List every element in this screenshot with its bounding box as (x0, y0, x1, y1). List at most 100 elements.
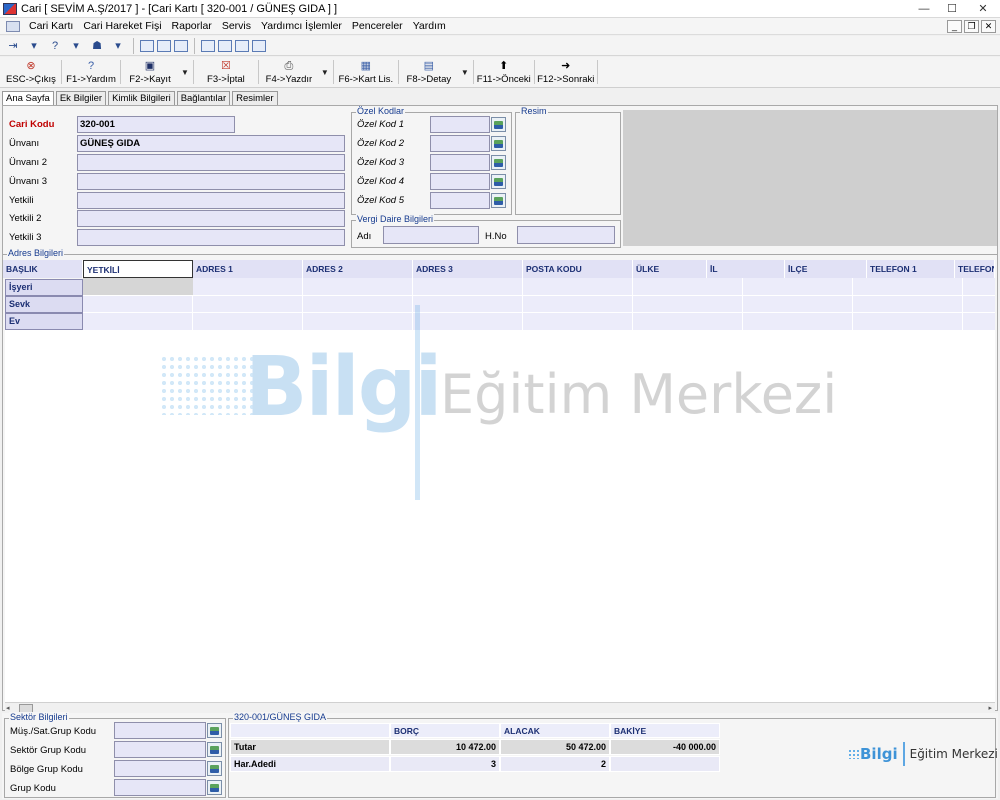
cari-kodu-field[interactable]: 320-001 (77, 116, 235, 133)
col-telefon-2[interactable]: TELEFON 2 (955, 260, 995, 278)
f11-previous-button[interactable]: ⬆ F11->Önceki (475, 57, 533, 87)
tab-baglantilar[interactable]: Bağlantılar (176, 91, 231, 105)
scroll-left-icon[interactable]: ◂ (6, 704, 10, 712)
lookup-icon[interactable] (491, 155, 506, 170)
f1-help-button[interactable]: ? F1->Yardım (63, 57, 119, 87)
f6-card-list-button[interactable]: ▦ F6->Kart Lis. (335, 57, 397, 87)
selected-cell[interactable] (83, 278, 193, 295)
unvani3-field[interactable] (77, 173, 345, 190)
chevron-down-icon[interactable]: ▼ (458, 57, 472, 87)
col-ilce[interactable]: İLÇE (785, 260, 867, 278)
adres-group: Adres Bilgileri (3, 248, 997, 258)
vergi-hno-field[interactable] (517, 226, 615, 244)
lookup-icon[interactable] (491, 136, 506, 151)
bolge-grup-field[interactable] (114, 760, 206, 777)
col-baslik[interactable]: BAŞLIK (3, 260, 83, 278)
ozel-kod-5-field[interactable] (430, 192, 490, 209)
menu-cari-karti[interactable]: Cari Kartı (24, 20, 78, 32)
menu-servis[interactable]: Servis (217, 20, 256, 32)
ozel-kod-3-field[interactable] (430, 154, 490, 171)
f4-print-button[interactable]: ⎙ F4->Yazdır (260, 57, 318, 87)
esc-exit-button[interactable]: ⊗ ESC->Çıkış (2, 57, 60, 87)
list-icon[interactable] (218, 39, 232, 52)
summary-title: 320-001/GÜNEŞ GIDA (233, 712, 328, 722)
chevron-down-icon[interactable]: ▾ (25, 38, 43, 54)
mus-sat-grup-field[interactable] (114, 722, 206, 739)
users-icon[interactable]: ☗ (88, 38, 106, 54)
col-posta-kodu[interactable]: POSTA KODU (523, 260, 633, 278)
col-telefon-1[interactable]: TELEFON 1 (867, 260, 955, 278)
ozel-kod-2-field[interactable] (430, 135, 490, 152)
mdi-close-button[interactable]: ✕ (981, 19, 996, 33)
tab-kimlik-bilgileri[interactable]: Kimlik Bilgileri (108, 91, 175, 105)
sektor-grup-field[interactable] (114, 741, 206, 758)
yetkili2-field[interactable] (77, 210, 345, 227)
ozel-kod-4-field[interactable] (430, 173, 490, 190)
chevron-down-icon[interactable]: ▼ (178, 57, 192, 87)
grup-kodu-field[interactable] (114, 779, 206, 796)
maximize-button[interactable]: ☐ (938, 0, 966, 18)
yetkili-field[interactable] (77, 192, 345, 209)
help-icon[interactable]: ? (46, 38, 64, 54)
chevron-down-icon[interactable]: ▼ (318, 57, 332, 87)
chevron-down-icon[interactable]: ▾ (109, 38, 127, 54)
col-il[interactable]: İL (707, 260, 785, 278)
address-grid-cells[interactable] (83, 278, 995, 330)
lookup-icon[interactable] (491, 174, 506, 189)
col-yetkili[interactable]: YETKİLİ (83, 260, 193, 278)
mdi-minimize-button[interactable]: _ (947, 19, 962, 33)
vergi-adi-field[interactable] (383, 226, 479, 244)
grid-empty-area[interactable] (5, 330, 995, 702)
unvani-field[interactable]: GÜNEŞ GIDA (77, 135, 345, 152)
window-icon[interactable] (157, 39, 171, 52)
lookup-icon[interactable] (491, 117, 506, 132)
lookup-icon[interactable] (207, 780, 222, 795)
detail-icon: ▤ (423, 59, 435, 72)
scroll-right-icon[interactable]: ▸ (988, 704, 992, 712)
card-list-icon: ▦ (360, 59, 372, 72)
menu-pencereler[interactable]: Pencereler (347, 20, 408, 32)
menu-yardim[interactable]: Yardım (408, 20, 451, 32)
menu-yardimci-islemler[interactable]: Yardımcı İşlemler (256, 20, 347, 32)
grid-icon[interactable] (174, 39, 188, 52)
mdi-restore-button[interactable]: ❐ (964, 19, 979, 33)
row-ev[interactable]: Ev (5, 313, 83, 330)
col-ulke[interactable]: ÜLKE (633, 260, 707, 278)
menu-raporlar[interactable]: Raporlar (167, 20, 217, 32)
brand-logo-divider (902, 742, 905, 766)
ozel-kod-1-field[interactable] (430, 116, 490, 133)
close-button[interactable]: ✕ (966, 0, 1000, 18)
lookup-icon[interactable] (207, 723, 222, 738)
exit-icon[interactable]: ⇥ (4, 38, 22, 54)
row-isyeri[interactable]: İşyeri (5, 279, 83, 296)
summary-header: BORÇ ALACAK BAKİYE (230, 723, 720, 738)
help-icon: ? (87, 59, 95, 72)
tab-ana-sayfa[interactable]: Ana Sayfa (2, 91, 54, 106)
col-adres-2[interactable]: ADRES 2 (303, 260, 413, 278)
vergi-hno-label: H.No (485, 231, 507, 242)
row-sevk[interactable]: Sevk (5, 296, 83, 313)
separator (472, 60, 474, 84)
col-adres-3[interactable]: ADRES 3 (413, 260, 523, 278)
chevron-down-icon[interactable]: ▾ (67, 38, 85, 54)
lookup-icon[interactable] (491, 193, 506, 208)
tab-resimler[interactable]: Resimler (232, 91, 278, 105)
f2-save-button[interactable]: ▣ F2->Kayıt (122, 57, 178, 87)
esc-label: ESC->Çıkış (6, 73, 56, 85)
unvani2-field[interactable] (77, 154, 345, 171)
lookup-icon[interactable] (207, 742, 222, 757)
menu-cari-hareket-fisi[interactable]: Cari Hareket Fişi (78, 20, 166, 32)
table-icon[interactable] (252, 39, 266, 52)
minimize-button[interactable]: — (910, 0, 938, 18)
tab-ek-bilgiler[interactable]: Ek Bilgiler (55, 91, 107, 105)
stack-icon[interactable] (235, 39, 249, 52)
f12-next-button[interactable]: ➜ F12->Sonraki (536, 57, 596, 87)
f3-cancel-button[interactable]: ☒ F3->İptal (195, 57, 257, 87)
lookup-icon[interactable] (207, 761, 222, 776)
separator (332, 60, 334, 84)
yetkili3-field[interactable] (77, 229, 345, 246)
form-icon[interactable] (201, 39, 215, 52)
window-icon[interactable] (140, 39, 154, 52)
f8-detail-button[interactable]: ▤ F8->Detay (400, 57, 458, 87)
col-adres-1[interactable]: ADRES 1 (193, 260, 303, 278)
